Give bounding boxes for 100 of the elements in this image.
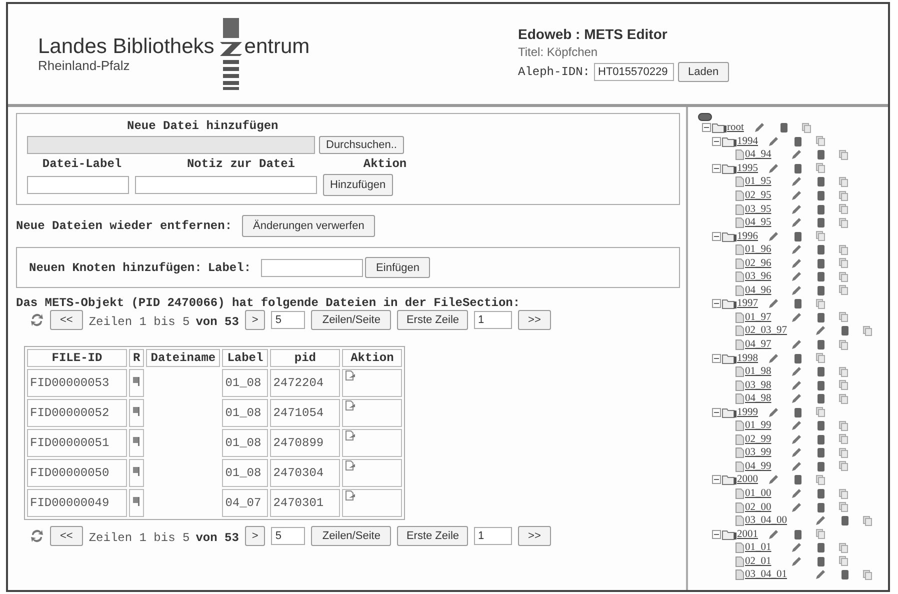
load-button[interactable]: Laden bbox=[678, 62, 729, 82]
folder-icon bbox=[722, 230, 737, 242]
tree-node-link[interactable]: 01_96 bbox=[745, 244, 772, 256]
database-icon bbox=[698, 113, 712, 121]
tree-node-link[interactable]: 1999 bbox=[737, 406, 758, 418]
collapse-icon bbox=[712, 530, 721, 539]
tree-node-link[interactable]: 04_97 bbox=[745, 339, 772, 350]
tree-node-link[interactable]: 2001 bbox=[737, 528, 758, 540]
document-icon bbox=[734, 447, 745, 458]
copy-icon bbox=[839, 420, 848, 431]
trash-icon bbox=[817, 190, 826, 201]
tree-node-link[interactable]: 01_99 bbox=[745, 420, 772, 432]
node-label-field[interactable] bbox=[261, 258, 364, 276]
add-file-button[interactable]: Hinzufügen bbox=[323, 174, 393, 196]
pencil-icon bbox=[815, 515, 825, 526]
copy-icon bbox=[816, 474, 825, 485]
discard-button[interactable]: Änderungen verwerfen bbox=[242, 215, 376, 237]
tree-node-link[interactable]: 03_99 bbox=[745, 447, 772, 458]
next-page-button[interactable]: > bbox=[244, 526, 266, 546]
trash-icon bbox=[817, 420, 826, 432]
last-page-button[interactable]: >> bbox=[518, 526, 551, 546]
rows-per-page-field[interactable]: 5 bbox=[271, 527, 306, 545]
trash-icon bbox=[841, 569, 849, 580]
tree-node-link[interactable]: root bbox=[727, 122, 744, 134]
trash-icon bbox=[817, 339, 826, 350]
trash-icon bbox=[817, 312, 826, 323]
document-icon bbox=[734, 271, 745, 282]
pencil-icon bbox=[791, 542, 802, 554]
tree-node-link[interactable]: 01_01 bbox=[745, 542, 772, 554]
copy-icon bbox=[839, 488, 848, 499]
tree-node-link[interactable]: 01_97 bbox=[745, 312, 772, 323]
pencil-icon bbox=[791, 312, 802, 323]
tree-node-link[interactable]: 1996 bbox=[737, 230, 758, 242]
tree-node-link[interactable]: 03_04_01 bbox=[745, 569, 787, 580]
idn-field[interactable]: HT015570229 bbox=[594, 63, 674, 81]
column-header: Dateiname bbox=[146, 349, 220, 367]
pencil-icon bbox=[791, 244, 802, 256]
first-row-button[interactable]: Erste Zeile bbox=[397, 310, 468, 330]
pencil-icon bbox=[791, 502, 802, 513]
document-icon bbox=[734, 284, 745, 296]
tree-node-link[interactable]: 1997 bbox=[737, 298, 758, 310]
logo-bars-icon bbox=[220, 18, 242, 90]
rows-per-page-button[interactable]: Zeilen/Seite bbox=[311, 310, 392, 330]
copy-icon bbox=[839, 394, 848, 404]
browse-button[interactable]: Durchsuchen.. bbox=[319, 136, 404, 154]
tree-node-link[interactable]: 1995 bbox=[737, 162, 758, 174]
tree-node-link[interactable]: 02_95 bbox=[745, 190, 772, 201]
tree-node-link[interactable]: 04_94 bbox=[745, 149, 772, 160]
document-icon bbox=[734, 312, 745, 323]
document-icon bbox=[734, 393, 745, 404]
rows-per-page-field[interactable]: 5 bbox=[271, 311, 306, 329]
file-path-field[interactable] bbox=[27, 136, 315, 154]
first-row-field[interactable]: 1 bbox=[474, 527, 512, 545]
trash-icon bbox=[794, 162, 802, 174]
first-row-field[interactable]: 1 bbox=[474, 311, 512, 329]
tree-node-link[interactable]: 03_95 bbox=[745, 204, 772, 215]
table-cell: 2470301 bbox=[270, 489, 340, 517]
file-label-field[interactable] bbox=[27, 176, 129, 194]
copy-icon bbox=[839, 366, 848, 377]
tree-node-link[interactable]: 2000 bbox=[737, 474, 758, 486]
app-title: Edoweb : METS Editor bbox=[518, 26, 668, 42]
first-row-button[interactable]: Erste Zeile bbox=[397, 526, 468, 546]
edit-document-icon bbox=[345, 490, 356, 501]
trash-icon bbox=[817, 284, 826, 296]
tree-node-link[interactable]: 02_01 bbox=[745, 556, 772, 567]
tree-node-link[interactable]: 01_98 bbox=[745, 366, 772, 378]
column-label: Notiz zur Datei bbox=[186, 157, 296, 171]
tree-node-link[interactable]: 03_98 bbox=[745, 380, 772, 391]
first-page-button[interactable]: << bbox=[50, 526, 83, 546]
tree-node-link[interactable]: 02_96 bbox=[745, 258, 772, 269]
tree-node-link[interactable]: 01_00 bbox=[745, 488, 772, 500]
file-note-field[interactable] bbox=[135, 176, 317, 194]
copy-icon bbox=[802, 122, 811, 133]
first-page-button[interactable]: << bbox=[50, 310, 83, 330]
trash-icon bbox=[817, 393, 826, 404]
tree-node-link[interactable]: 03_04_00 bbox=[745, 515, 787, 526]
tree-node-link[interactable]: 02_03_97 bbox=[745, 325, 787, 336]
tree-node-link[interactable]: 1994 bbox=[737, 136, 758, 147]
rows-per-page-button[interactable]: Zeilen/Seite bbox=[311, 526, 392, 546]
pencil-icon bbox=[754, 122, 764, 134]
document-icon bbox=[734, 325, 745, 336]
insert-button[interactable]: Einfügen bbox=[365, 257, 430, 278]
last-page-button[interactable]: >> bbox=[518, 310, 551, 330]
tree-node-link[interactable]: 01_95 bbox=[745, 176, 772, 188]
table-cell: FID00000053 bbox=[27, 369, 127, 397]
tree-node-link[interactable]: 03_96 bbox=[745, 271, 772, 282]
tree-node-link[interactable]: 04_96 bbox=[745, 284, 772, 296]
tree-node-link[interactable]: 04_99 bbox=[745, 460, 772, 472]
tree-node-link[interactable]: 02_00 bbox=[745, 502, 772, 513]
trash-icon bbox=[794, 230, 802, 242]
document-icon bbox=[734, 366, 745, 378]
trash-icon bbox=[794, 406, 802, 418]
edit-document-icon bbox=[345, 400, 356, 411]
tree-node-link[interactable]: 02_99 bbox=[745, 434, 772, 445]
trash-icon bbox=[841, 515, 849, 526]
document-icon bbox=[734, 258, 745, 269]
next-page-button[interactable]: > bbox=[244, 310, 266, 330]
tree-node-link[interactable]: 04_95 bbox=[745, 217, 772, 228]
tree-node-link[interactable]: 04_98 bbox=[745, 393, 772, 404]
tree-node-link[interactable]: 1998 bbox=[737, 352, 758, 364]
